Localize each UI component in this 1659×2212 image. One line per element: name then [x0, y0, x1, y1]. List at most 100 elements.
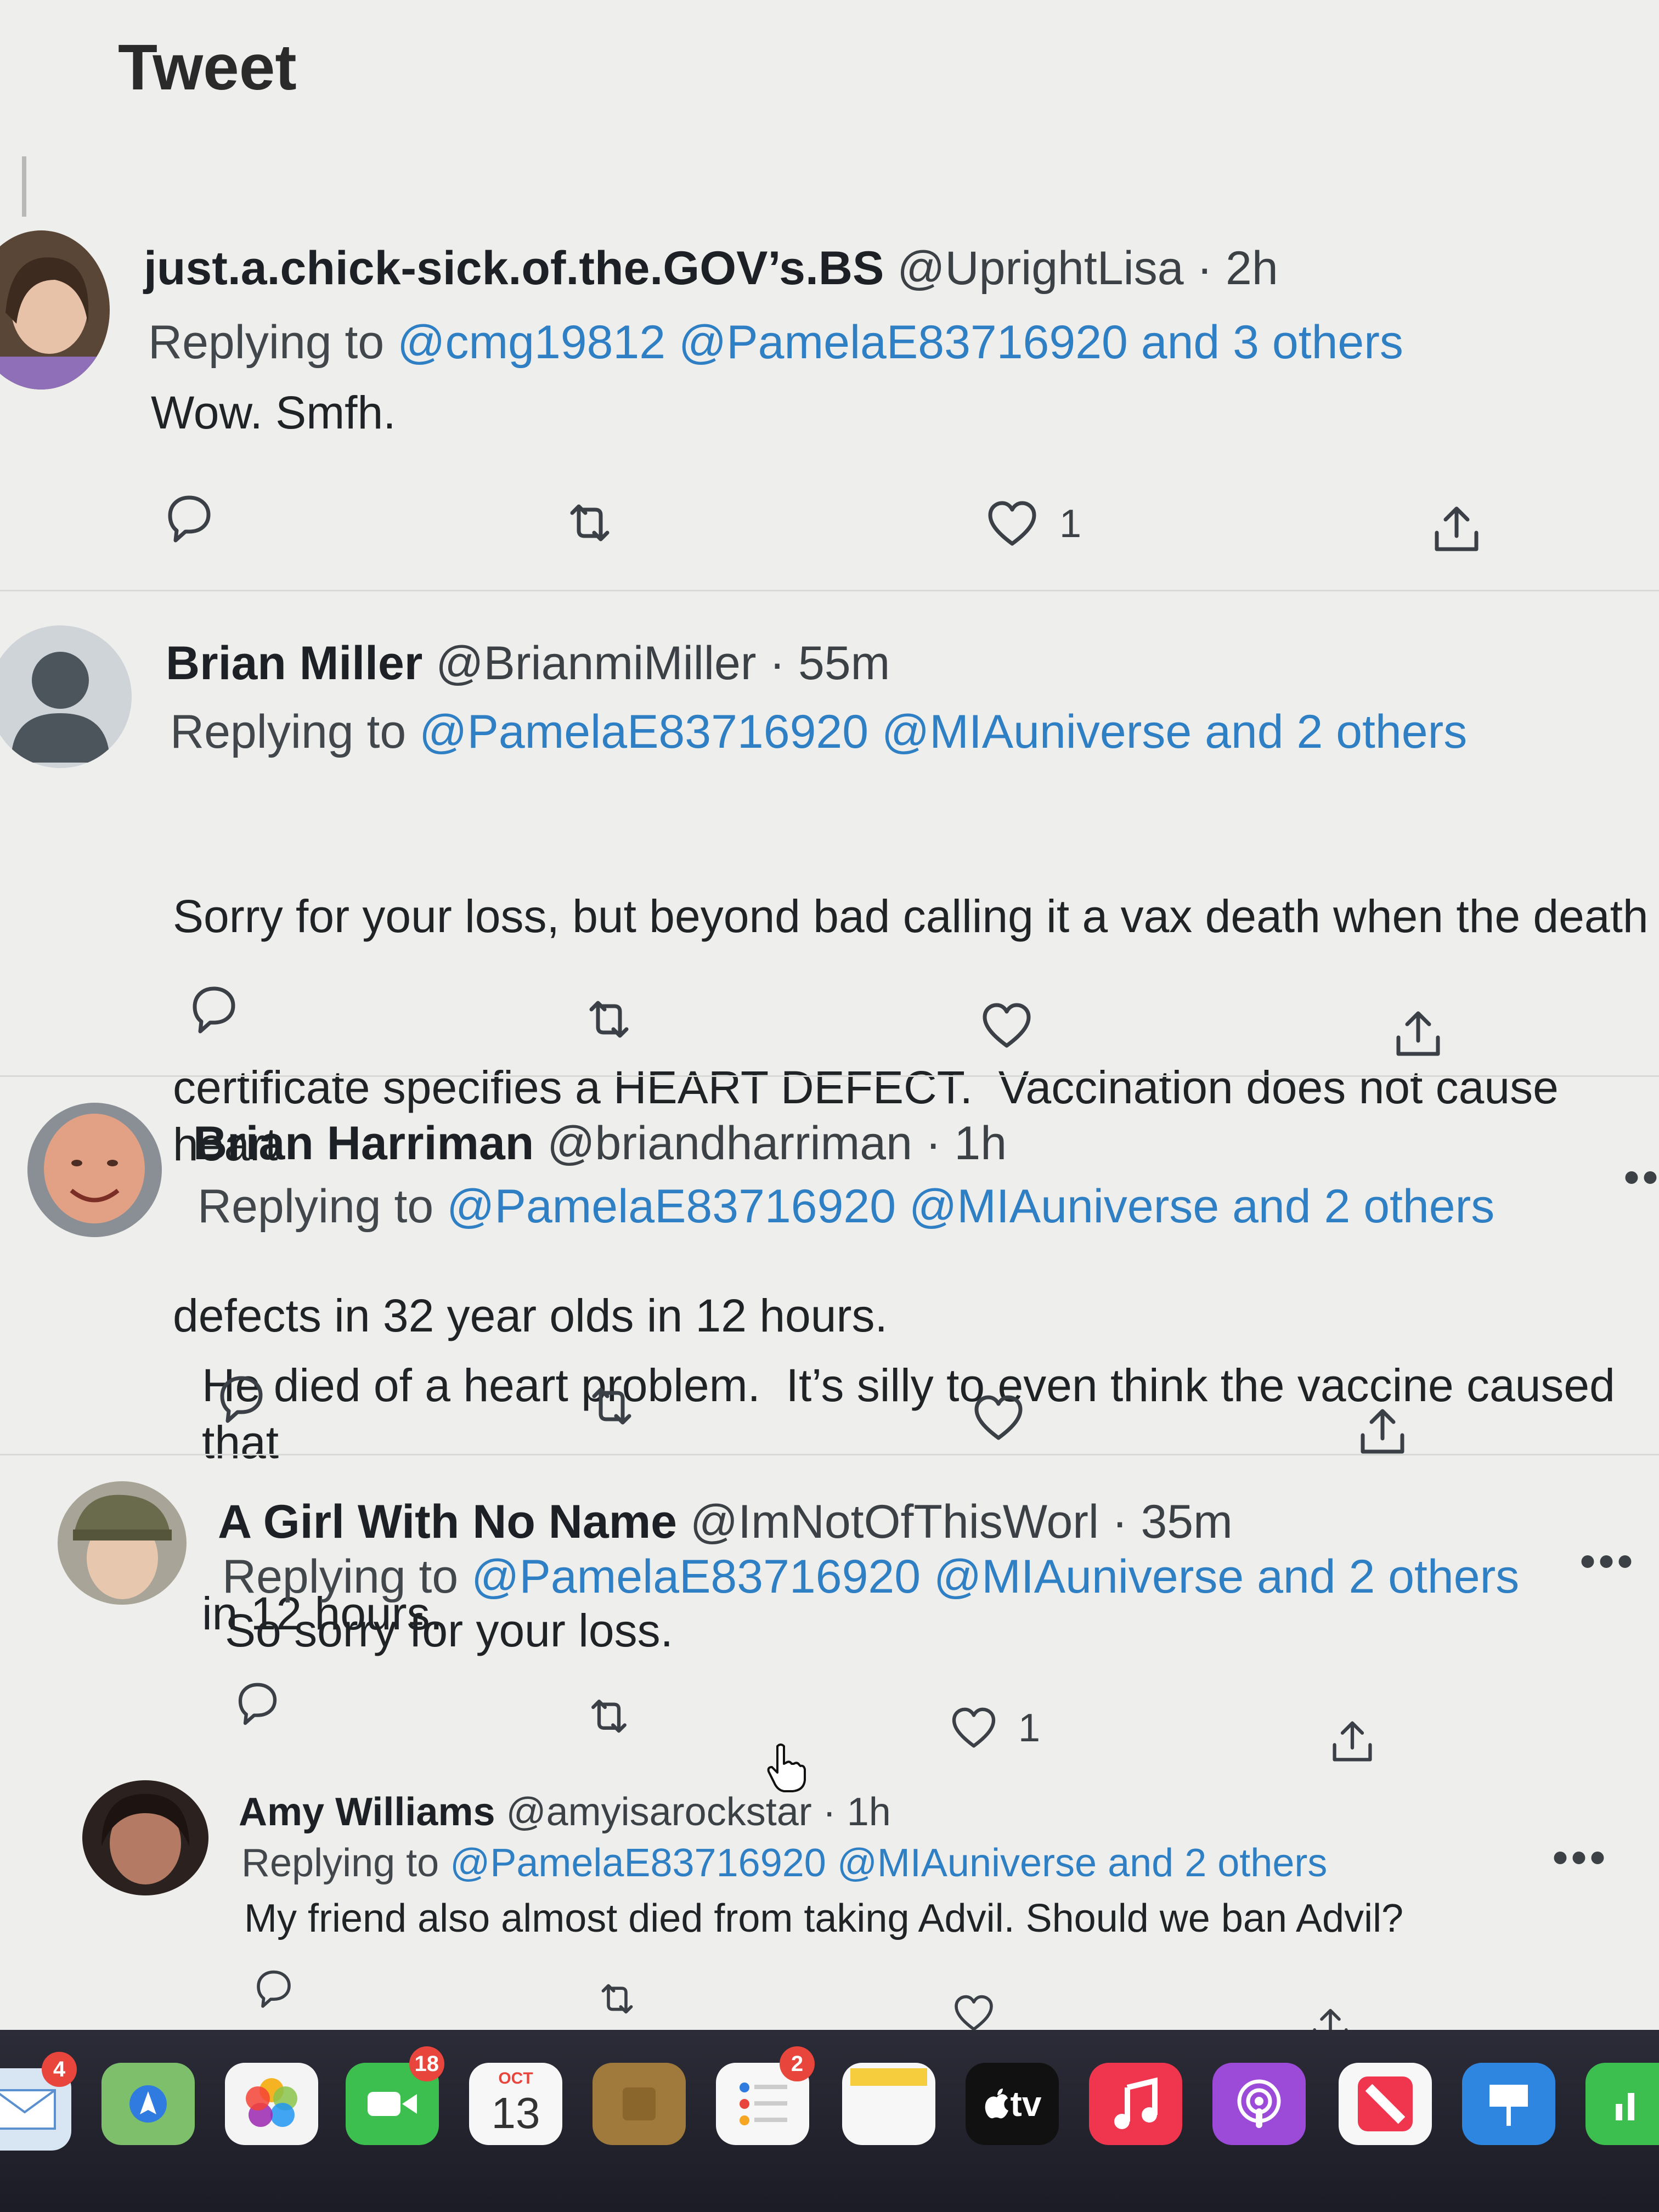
divider: [0, 590, 1659, 591]
avatar[interactable]: [27, 1103, 162, 1237]
retweet-button[interactable]: [584, 1692, 634, 1742]
author-name[interactable]: Brian Harriman: [193, 1117, 534, 1170]
photos-icon: [246, 2078, 297, 2127]
reply-icon: [250, 1967, 294, 2011]
timestamp[interactable]: 35m: [1141, 1496, 1232, 1548]
reminders-icon: [740, 2083, 787, 2125]
share-icon: [1429, 502, 1484, 557]
author-name[interactable]: Brian Miller: [166, 637, 422, 690]
avatar[interactable]: [0, 230, 110, 390]
dock-news[interactable]: [1339, 2063, 1432, 2145]
like-button[interactable]: [971, 1391, 1026, 1446]
avatar[interactable]: [0, 625, 132, 768]
dock-numbers[interactable]: [1585, 2063, 1659, 2145]
author-handle[interactable]: @BrianmiMiller: [436, 637, 756, 690]
app-icon: [623, 2087, 656, 2120]
timestamp[interactable]: 1h: [847, 1790, 891, 1834]
separator: ·: [1197, 242, 1213, 295]
avatar[interactable]: [58, 1481, 187, 1605]
divider: [0, 1454, 1659, 1455]
tweet-header: Amy Williams @amyisarockstar · 1h: [239, 1790, 891, 1835]
author-name[interactable]: Amy Williams: [239, 1790, 495, 1834]
numbers-icon: [1616, 2093, 1634, 2120]
dock-photos[interactable]: [225, 2063, 318, 2145]
separator: ·: [1111, 1496, 1128, 1548]
share-icon: [1328, 1717, 1377, 1767]
tv-label: tv: [1010, 2084, 1042, 2124]
share-button[interactable]: [1429, 502, 1484, 557]
separator: ·: [925, 1117, 941, 1170]
timestamp[interactable]: 2h: [1226, 242, 1278, 295]
facetime-badge: 18: [409, 2046, 444, 2081]
avatar-photo-icon: [58, 1481, 187, 1605]
reply-button[interactable]: [230, 1679, 280, 1728]
reply-button[interactable]: [250, 1967, 294, 2011]
like-button[interactable]: [952, 1991, 996, 2035]
share-button[interactable]: [1391, 1007, 1446, 1062]
divider: [0, 1075, 1659, 1077]
like-count: 1: [1018, 1706, 1041, 1750]
dock-podcasts[interactable]: [1212, 2063, 1306, 2145]
like-button[interactable]: [979, 998, 1034, 1053]
like-icon: [985, 496, 1040, 551]
calendar-month: OCT: [498, 2069, 533, 2087]
share-button[interactable]: [1355, 1404, 1410, 1459]
retweet-button[interactable]: [582, 993, 636, 1048]
share-button[interactable]: [1328, 1717, 1377, 1767]
reply-mentions-link[interactable]: @cmg19812 @PamelaE83716920 and 3 others: [397, 316, 1403, 369]
reply-icon: [211, 1372, 266, 1426]
retweet-button[interactable]: [562, 496, 617, 551]
reply-button[interactable]: [159, 491, 214, 546]
news-icon: [1358, 2076, 1413, 2131]
reply-mentions-link[interactable]: @PamelaE83716920 @MIAuniverse and 2 othe…: [419, 706, 1467, 758]
tweet-header: just.a.chick-sick.of.the.GOV’s.BS @Uprig…: [144, 241, 1278, 296]
reply-button[interactable]: [184, 982, 239, 1037]
reply-mentions-link[interactable]: @PamelaE83716920 @MIAuniverse and 2 othe…: [447, 1180, 1494, 1233]
music-note-icon: [1114, 2077, 1158, 2129]
dock-reminders[interactable]: 2: [716, 2046, 815, 2145]
dock-music[interactable]: [1089, 2063, 1182, 2145]
reply-mentions-link[interactable]: @PamelaE83716920 @MIAuniverse and 2 othe…: [450, 1841, 1327, 1885]
timestamp[interactable]: 1h: [954, 1117, 1007, 1170]
author-name[interactable]: just.a.chick-sick.of.the.GOV’s.BS: [144, 242, 884, 295]
apple-logo-icon: [985, 2089, 1008, 2119]
replying-prefix: Replying to: [241, 1841, 439, 1885]
replying-to: Replying to @PamelaE83716920 @MIAunivers…: [198, 1180, 1494, 1234]
more-options-button[interactable]: •••: [1624, 1152, 1659, 1203]
scrollbar[interactable]: [22, 156, 26, 217]
dock-mail[interactable]: 4: [0, 2052, 77, 2151]
timestamp[interactable]: 55m: [798, 637, 890, 690]
dock-app-brown[interactable]: [592, 2063, 686, 2145]
dock-facetime[interactable]: 18: [346, 2046, 444, 2145]
like-button[interactable]: 1: [949, 1703, 1040, 1753]
dock-calendar[interactable]: OCT 13: [469, 2063, 562, 2145]
retweet-button[interactable]: [595, 1978, 639, 2022]
more-options-button[interactable]: •••: [1553, 1832, 1609, 1883]
author-handle[interactable]: @UprightLisa: [897, 242, 1183, 295]
dock-maps[interactable]: [101, 2063, 195, 2145]
reply-button[interactable]: [211, 1372, 266, 1426]
separator: ·: [822, 1790, 836, 1834]
dock-notes[interactable]: [842, 2063, 935, 2145]
dock-apple-tv[interactable]: tv: [966, 2063, 1059, 2145]
replying-to: Replying to @cmg19812 @PamelaE83716920 a…: [148, 315, 1403, 370]
author-handle[interactable]: @ImNotOfThisWorl: [690, 1496, 1099, 1548]
more-options-button[interactable]: •••: [1580, 1536, 1636, 1587]
like-icon: [971, 1391, 1026, 1446]
avatar[interactable]: [82, 1780, 208, 1895]
author-name[interactable]: A Girl With No Name: [218, 1496, 677, 1548]
reply-icon: [159, 491, 214, 546]
replying-to: Replying to @PamelaE83716920 @MIAunivers…: [170, 705, 1467, 759]
like-icon: [952, 1991, 996, 2035]
replying-to: Replying to @PamelaE83716920 @MIAunivers…: [222, 1550, 1519, 1604]
maps-icon: [129, 2085, 167, 2123]
author-handle[interactable]: @briandharriman: [547, 1117, 912, 1170]
like-button[interactable]: 1: [985, 496, 1081, 551]
author-handle[interactable]: @amyisarockstar: [506, 1790, 812, 1834]
page-title: Tweet: [118, 31, 297, 104]
retweet-button[interactable]: [584, 1380, 639, 1435]
macos-dock: 4 18 OCT 13 2 tv: [0, 2030, 1659, 2212]
dock-keynote[interactable]: [1462, 2063, 1555, 2145]
reply-mentions-link[interactable]: @PamelaE83716920 @MIAuniverse and 2 othe…: [471, 1550, 1519, 1603]
tweet-text: My friend also almost died from taking A…: [244, 1897, 1404, 1940]
